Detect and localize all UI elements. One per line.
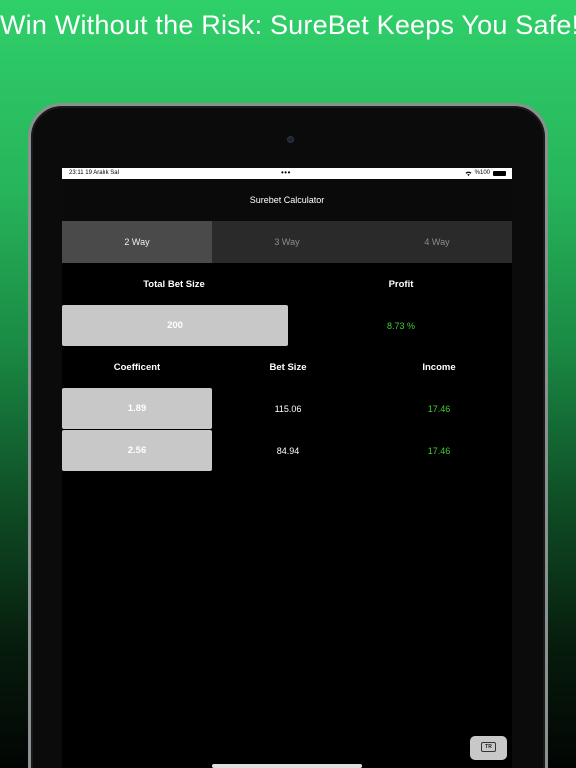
income-header: Income <box>422 362 456 373</box>
coefficient-header: Coefficent <box>113 362 161 373</box>
bet-size-value-1: 115.06 <box>274 404 302 414</box>
battery-percent: %100 <box>474 170 490 176</box>
tab-3-way[interactable]: 3 Way <box>212 221 362 263</box>
keyboard-language-button[interactable]: TR <box>470 736 507 760</box>
coefficient-input-1[interactable]: 1.89 <box>62 388 212 429</box>
status-bar: 23:11 19 Aralık Sal ••• %100 <box>62 168 512 179</box>
income-value-2: 17.46 <box>427 446 451 456</box>
tab-4-way[interactable]: 4 Way <box>362 221 512 263</box>
keyboard-icon: TR <box>481 742 496 752</box>
nav-title: Surebet Calculator <box>62 179 512 221</box>
app-screen: 23:11 19 Aralık Sal ••• %100 Surebet Cal… <box>62 168 512 768</box>
status-right: %100 <box>465 170 506 176</box>
total-bet-size-label: Total Bet Size <box>143 279 205 290</box>
income-value-1: 17.46 <box>427 404 451 414</box>
tab-2-way[interactable]: 2 Way <box>62 221 212 263</box>
multitask-dots[interactable]: ••• <box>281 168 291 177</box>
camera-icon <box>287 136 294 143</box>
home-indicator[interactable] <box>212 764 362 768</box>
way-segmented-control: 2 Way 3 Way 4 Way <box>62 221 512 263</box>
total-bet-input[interactable]: 200 <box>62 305 288 346</box>
promo-headline: Win Without the Risk: SureBet Keeps You … <box>0 10 576 40</box>
profit-value: 8.73 % <box>386 321 416 331</box>
bet-size-value-2: 84.94 <box>276 446 300 456</box>
status-time: 23:11 19 Aralık Sal <box>69 170 119 176</box>
wifi-icon <box>465 171 472 176</box>
bet-size-header: Bet Size <box>269 362 307 373</box>
battery-icon <box>493 170 506 176</box>
profit-label: Profit <box>388 279 414 290</box>
coefficient-input-2[interactable]: 2.56 <box>62 430 212 471</box>
